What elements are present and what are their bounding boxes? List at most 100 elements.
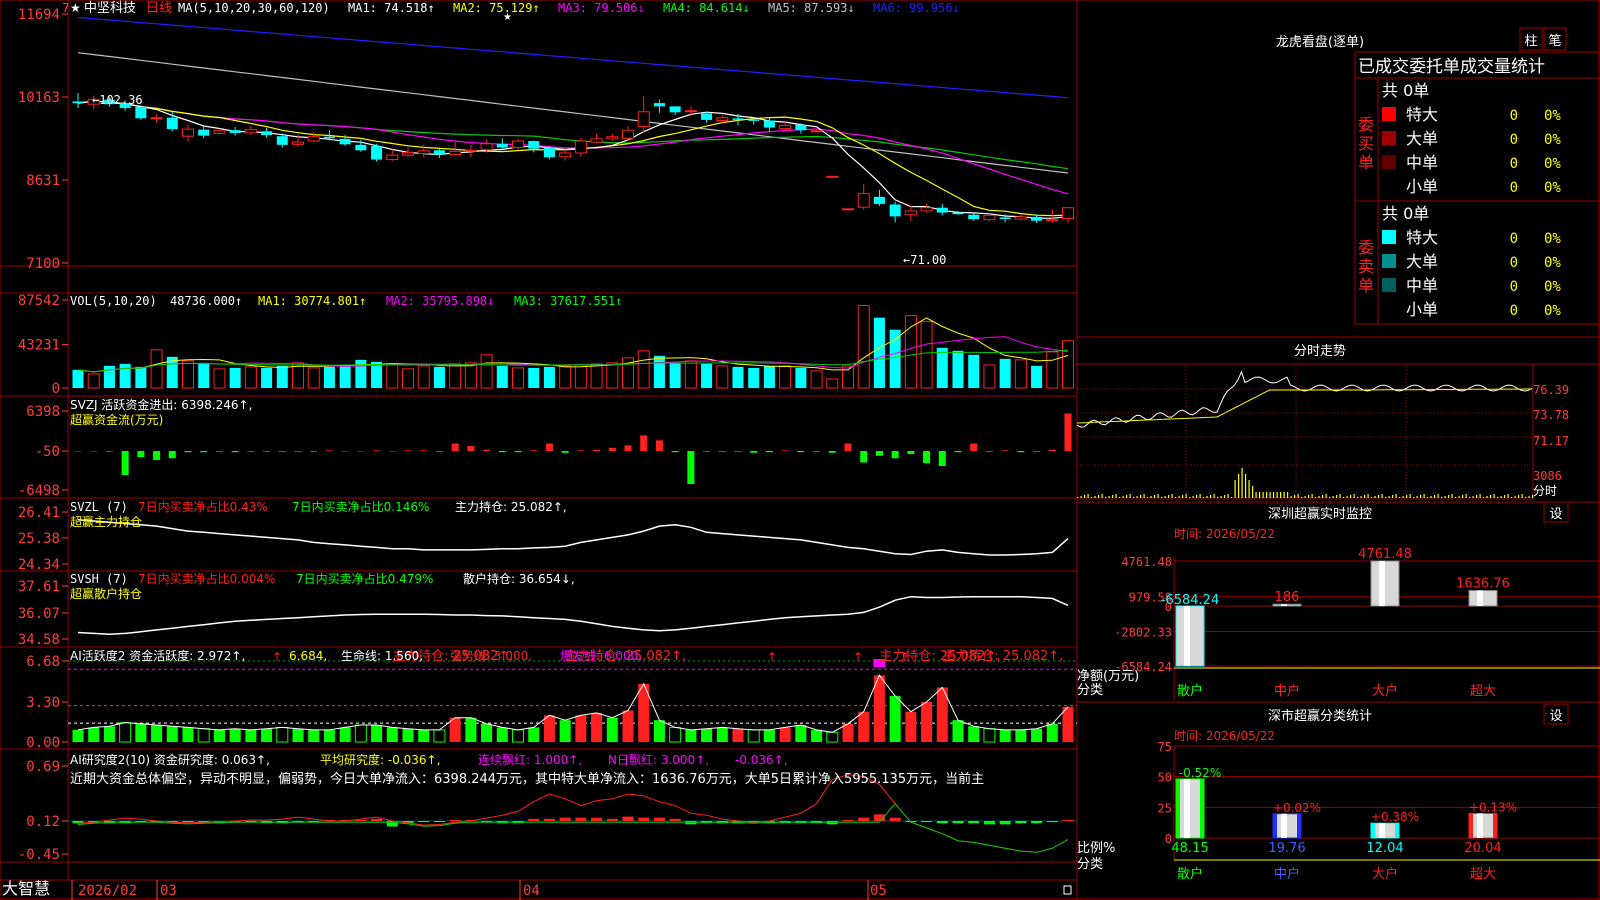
lhb-sell-swatch [1382,230,1396,244]
ai1-bar-green [952,720,964,742]
ai1-bar-green [72,729,84,742]
sz-category: 中户 [1274,683,1300,699]
svzj-bar-up [373,450,381,451]
fs-vol-bar [1143,494,1145,498]
ai1-bar-red [449,717,461,742]
ai2-bar-green [1015,821,1027,824]
svzj-bar-up [74,451,82,452]
fs-vol-bar [1392,495,1394,498]
fs-vol-bar [1420,495,1422,498]
lhb-sell-row-name: 中单 [1406,276,1438,295]
ai2-bar-red [638,817,650,821]
fs-vol-bar [1357,497,1359,498]
period-label[interactable]: 日线 [146,1,172,16]
vol-bar-down [433,366,445,388]
ss-time: 时间: 2026/05/22 [1174,729,1275,743]
vol-bar-down [653,355,665,388]
fs-vol-bar [1511,497,1513,498]
vol-tick-label: 0 [52,381,60,397]
candle-up [292,141,304,145]
sz-time: 时间: 2026/05/22 [1174,527,1275,541]
svzj-tick-label: -50 [35,444,60,460]
fs-vol-bar [1227,494,1229,498]
candle-down [371,145,383,160]
candle-down [496,143,508,148]
fs-vol-bar [1311,494,1313,498]
fs-vol-bar [1462,495,1464,498]
vol-bar-down [952,350,964,388]
sz-category: 超大 [1470,684,1496,699]
fs-vol-bar [1248,480,1250,498]
fs-vol-bar [1147,497,1149,498]
up-arrow-icon: ↑ [853,650,863,664]
ai2-bar-red [591,817,603,821]
high-annotation: ←102.36 [92,93,143,107]
lhb-buy-row-pct: 0% [1544,156,1561,172]
svzj-bar-up [1064,413,1072,451]
ai2-bar-red [559,817,571,821]
fs-vol-bar [1206,496,1208,498]
ai1-bar-green [763,729,775,742]
svzj-bar-down [310,451,318,452]
fs-vol-bar [1371,497,1373,498]
fs-vol-bar [1360,496,1362,498]
svzj-bar-up [451,443,459,451]
vol-label: VOL(5,10,20) [70,294,157,308]
vol-bar-up [857,305,870,389]
svzj-bar-down [875,451,883,456]
fs-vol-bar [1234,480,1236,498]
svzj-bar-up [341,451,349,452]
ai1-bar-green [1015,729,1027,742]
lhb-sell-row-pct: 0% [1544,303,1561,319]
fs-vol-bar [1276,492,1278,498]
vol-bar-up [574,364,587,389]
svzj-bar-down [231,451,239,453]
fs-vol-bar [1448,495,1450,498]
fs-vol-bar [1497,497,1499,498]
fs-vol-bar [1269,492,1271,498]
fs-vol-bar [1094,496,1096,498]
ai1-bar-green [653,720,665,742]
favorite-star-icon[interactable]: ★ [70,1,81,15]
ai1-bar-green [151,725,163,742]
fs-vol-bar [1469,497,1471,498]
vol-bar-down [119,363,131,388]
vol-bar-down [543,366,555,388]
svzj-bar-down [294,451,302,452]
ai1-bar-hollow [983,728,996,743]
candle-down [276,136,288,145]
ai1-bar-red [622,710,634,742]
vol-bar-up [637,350,650,389]
svzj-tick-label: -6498 [18,483,60,499]
svsh-t1: 7日内买卖净占比0.004% [138,571,275,586]
sz-bar-highlight [1379,561,1385,606]
svsh-sub: 超赢散户持仓 [70,586,142,601]
svzj-bar-up [357,451,365,452]
fs-vol-bar [1472,496,1474,498]
sz-value-label: -6584.24 [1161,593,1219,608]
svzj-bar-up [467,445,475,451]
lhb-sell-row-name: 大单 [1406,252,1438,271]
sz-bar-highlight [1477,590,1483,606]
candle-down [653,103,665,107]
tick-button-label: 笔 [1548,33,1561,49]
fs-vol-bar [1381,494,1383,498]
candle-up [920,207,933,212]
vol-bar-up [402,368,414,389]
candle-down [873,196,885,204]
fs-vol-bar [1332,496,1334,498]
ss-bar-edge [1469,813,1473,838]
svzj-bar-up [420,450,428,451]
ss-xlabel: 分类 [1077,857,1103,872]
fs-vol-bar [1255,492,1257,498]
vol-bar-up [449,363,462,389]
svzj-bar-down [671,451,679,453]
fs-vol-bar [1399,497,1401,498]
fs-vol-bar [1518,495,1520,498]
ai1-bar-hollow [826,731,839,743]
fs-vol-bar [1416,496,1418,498]
lock-icon[interactable] [1063,885,1072,895]
vol-bar-up [150,349,163,389]
ai1-bar-red [575,715,587,742]
fs-vol-bar [1133,497,1135,498]
